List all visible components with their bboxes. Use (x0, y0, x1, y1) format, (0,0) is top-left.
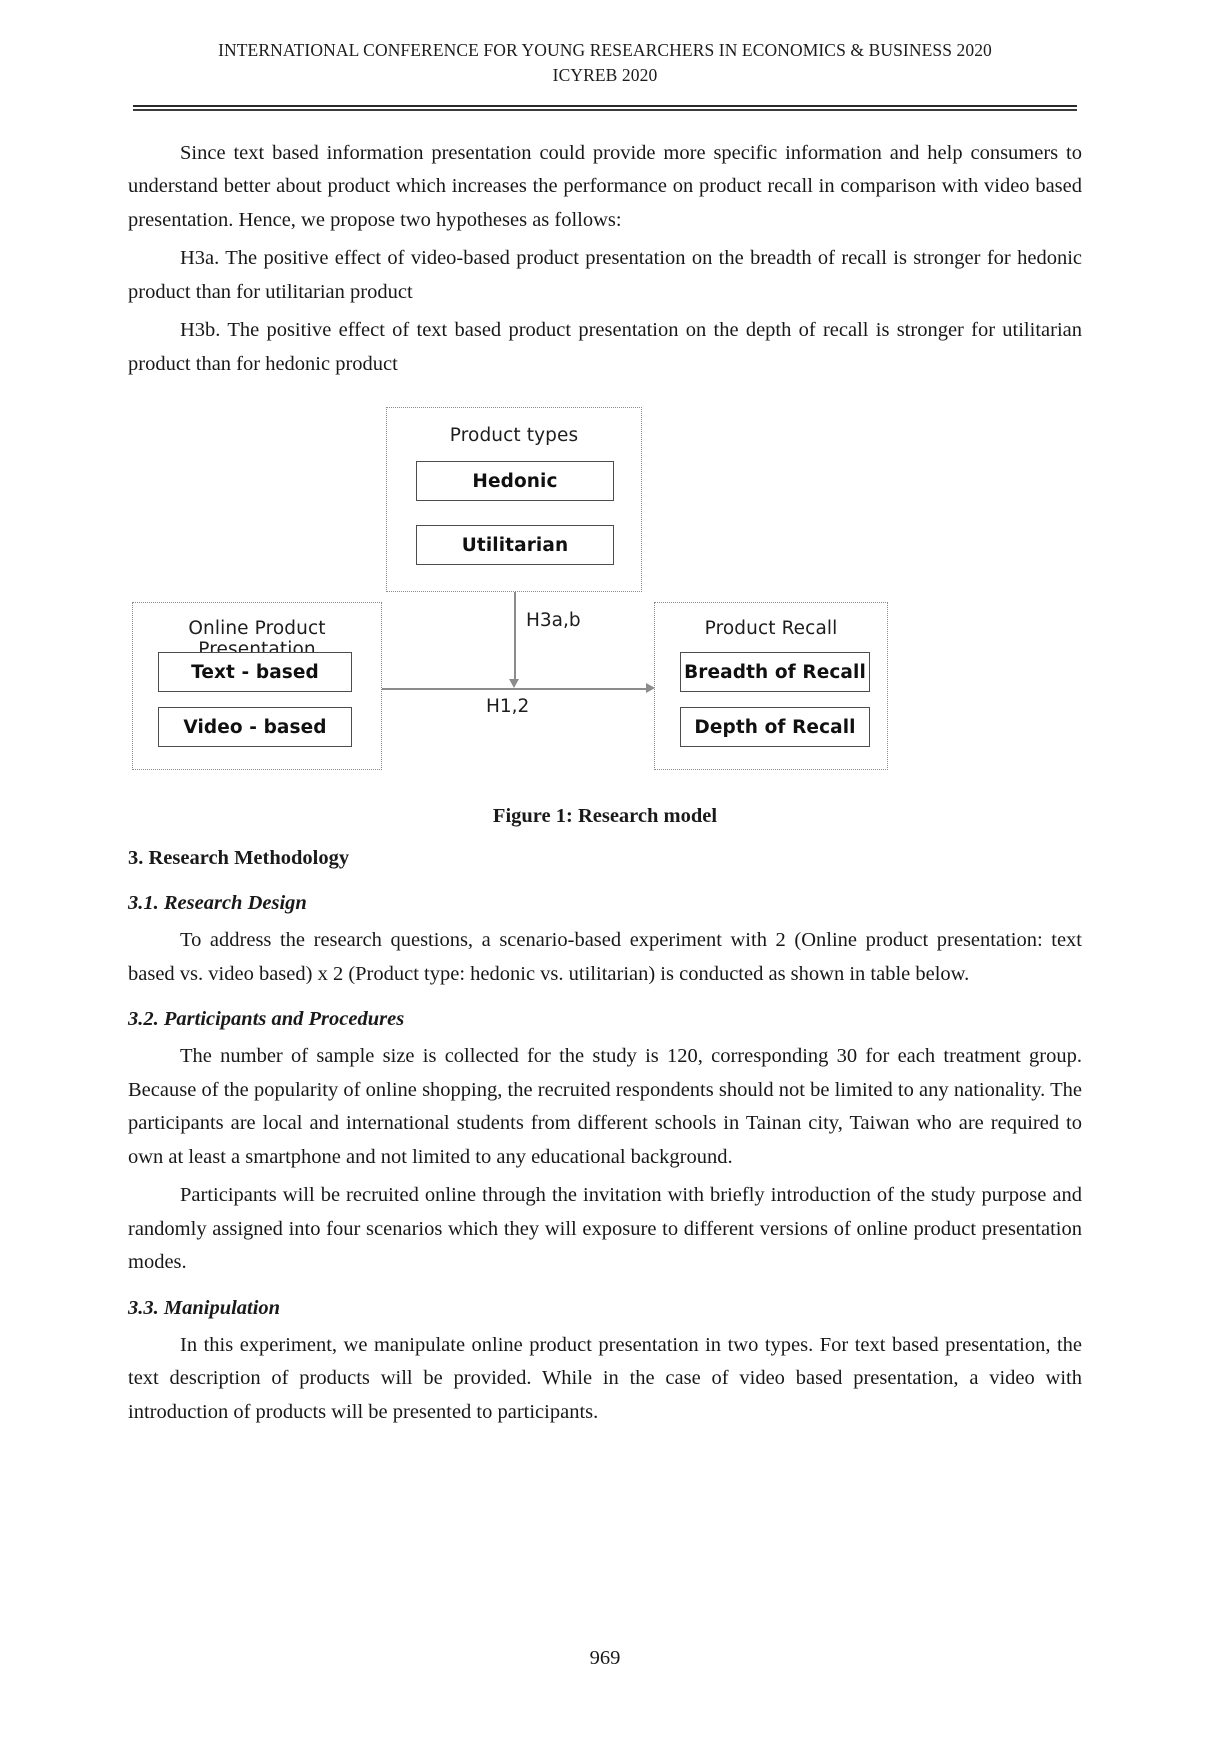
paragraph-research-design: To address the research questions, a sce… (128, 929, 1082, 985)
main-effect-arrow-line (382, 688, 648, 691)
body-column: Since text based information presentatio… (128, 137, 1082, 1430)
group-product-types-title: Product types (449, 425, 579, 447)
running-head: INTERNATIONAL CONFERENCE FOR YOUNG RESEA… (128, 0, 1082, 89)
paragraph-recruitment: Participants will be recruited online th… (128, 1184, 1082, 1274)
header-rule (133, 104, 1077, 111)
paragraph-manipulation: In this experiment, we manipulate online… (128, 1333, 1082, 1423)
node-utilitarian: Utilitarian (416, 525, 614, 566)
heading-manipulation: 3.3. Manipulation (128, 1296, 281, 1319)
paragraph-intro: Since text based information presentatio… (128, 141, 1082, 231)
paragraph-participants: The number of sample size is collected f… (128, 1045, 1082, 1168)
heading-research-methodology: 3. Research Methodology (128, 847, 350, 870)
heading-research-design: 3.1. Research Design (128, 892, 307, 915)
document-page: INTERNATIONAL CONFERENCE FOR YOUNG RESEA… (0, 0, 1210, 1742)
figure-caption: Figure 1: Research model (492, 805, 718, 828)
node-text-based: Text - based (158, 652, 352, 693)
running-head-line-2: ICYREB 2020 (552, 65, 658, 86)
edge-label-moderation: H3a,b (526, 610, 581, 632)
node-video-based: Video - based (158, 707, 352, 748)
node-depth-of-recall: Depth of Recall (680, 707, 870, 748)
header-rule-thin (133, 109, 1077, 111)
edge-label-main-effect: H1,2 (486, 696, 530, 718)
heading-participants-procedures: 3.2. Participants and Procedures (128, 1008, 405, 1031)
node-breadth-of-recall: Breadth of Recall (680, 652, 870, 693)
moderation-arrow-line (514, 592, 516, 682)
paragraph-h3b: H3b. The positive effect of text based p… (128, 319, 1082, 375)
moderation-arrowhead-icon (509, 679, 519, 689)
node-hedonic: Hedonic (416, 461, 614, 502)
group-product-recall-title: Product Recall (704, 618, 838, 640)
research-model-figure: Product types Hedonic Utilitarian Online… (128, 403, 1082, 785)
paragraph-h3a: H3a. The positive effect of video-based … (128, 247, 1082, 303)
running-head-line-1: INTERNATIONAL CONFERENCE FOR YOUNG RESEA… (218, 40, 992, 60)
page-number: 969 (589, 1647, 621, 1669)
main-effect-arrowhead-icon (646, 683, 655, 694)
